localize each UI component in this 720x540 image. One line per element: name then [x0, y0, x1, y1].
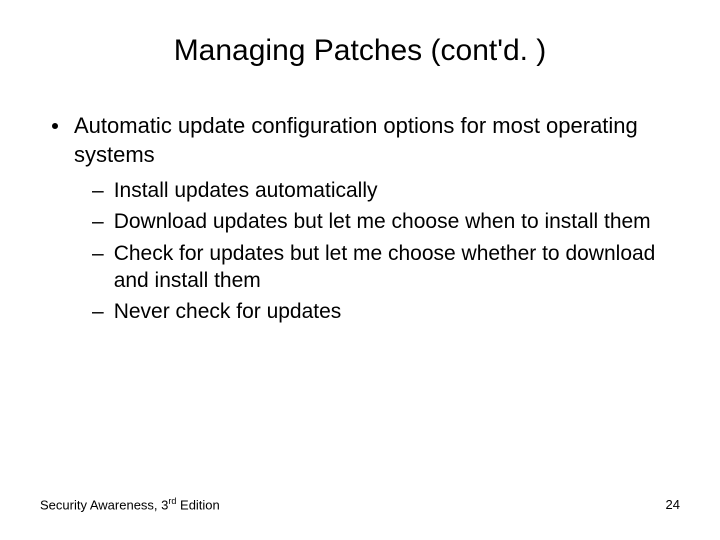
sub-bullet-text: Check for updates but let me choose whet…	[114, 240, 680, 295]
dash-icon: –	[92, 298, 104, 325]
slide-footer: Security Awareness, 3rd Edition 24	[40, 496, 680, 512]
page-number: 24	[666, 497, 680, 512]
sub-bullet-item: – Download updates but let me choose whe…	[92, 208, 680, 235]
slide-title: Managing Patches (cont'd. )	[40, 34, 680, 68]
footer-book-title: Security Awareness, 3rd Edition	[40, 496, 220, 512]
footer-book-suffix: Edition	[176, 497, 219, 512]
bullet-item: Automatic update configuration options f…	[52, 112, 680, 169]
content-area: Automatic update configuration options f…	[40, 112, 680, 326]
dash-icon: –	[92, 240, 104, 267]
footer-book-prefix: Security Awareness, 3	[40, 497, 168, 512]
sub-bullet-list: – Install updates automatically – Downlo…	[52, 177, 680, 325]
dash-icon: –	[92, 208, 104, 235]
sub-bullet-item: – Check for updates but let me choose wh…	[92, 240, 680, 295]
sub-bullet-text: Never check for updates	[114, 298, 342, 325]
sub-bullet-text: Install updates automatically	[114, 177, 378, 204]
dash-icon: –	[92, 177, 104, 204]
sub-bullet-text: Download updates but let me choose when …	[114, 208, 651, 235]
sub-bullet-item: – Never check for updates	[92, 298, 680, 325]
slide: Managing Patches (cont'd. ) Automatic up…	[0, 0, 720, 540]
bullet-text: Automatic update configuration options f…	[74, 112, 680, 169]
bullet-dot-icon	[52, 123, 58, 129]
sub-bullet-item: – Install updates automatically	[92, 177, 680, 204]
